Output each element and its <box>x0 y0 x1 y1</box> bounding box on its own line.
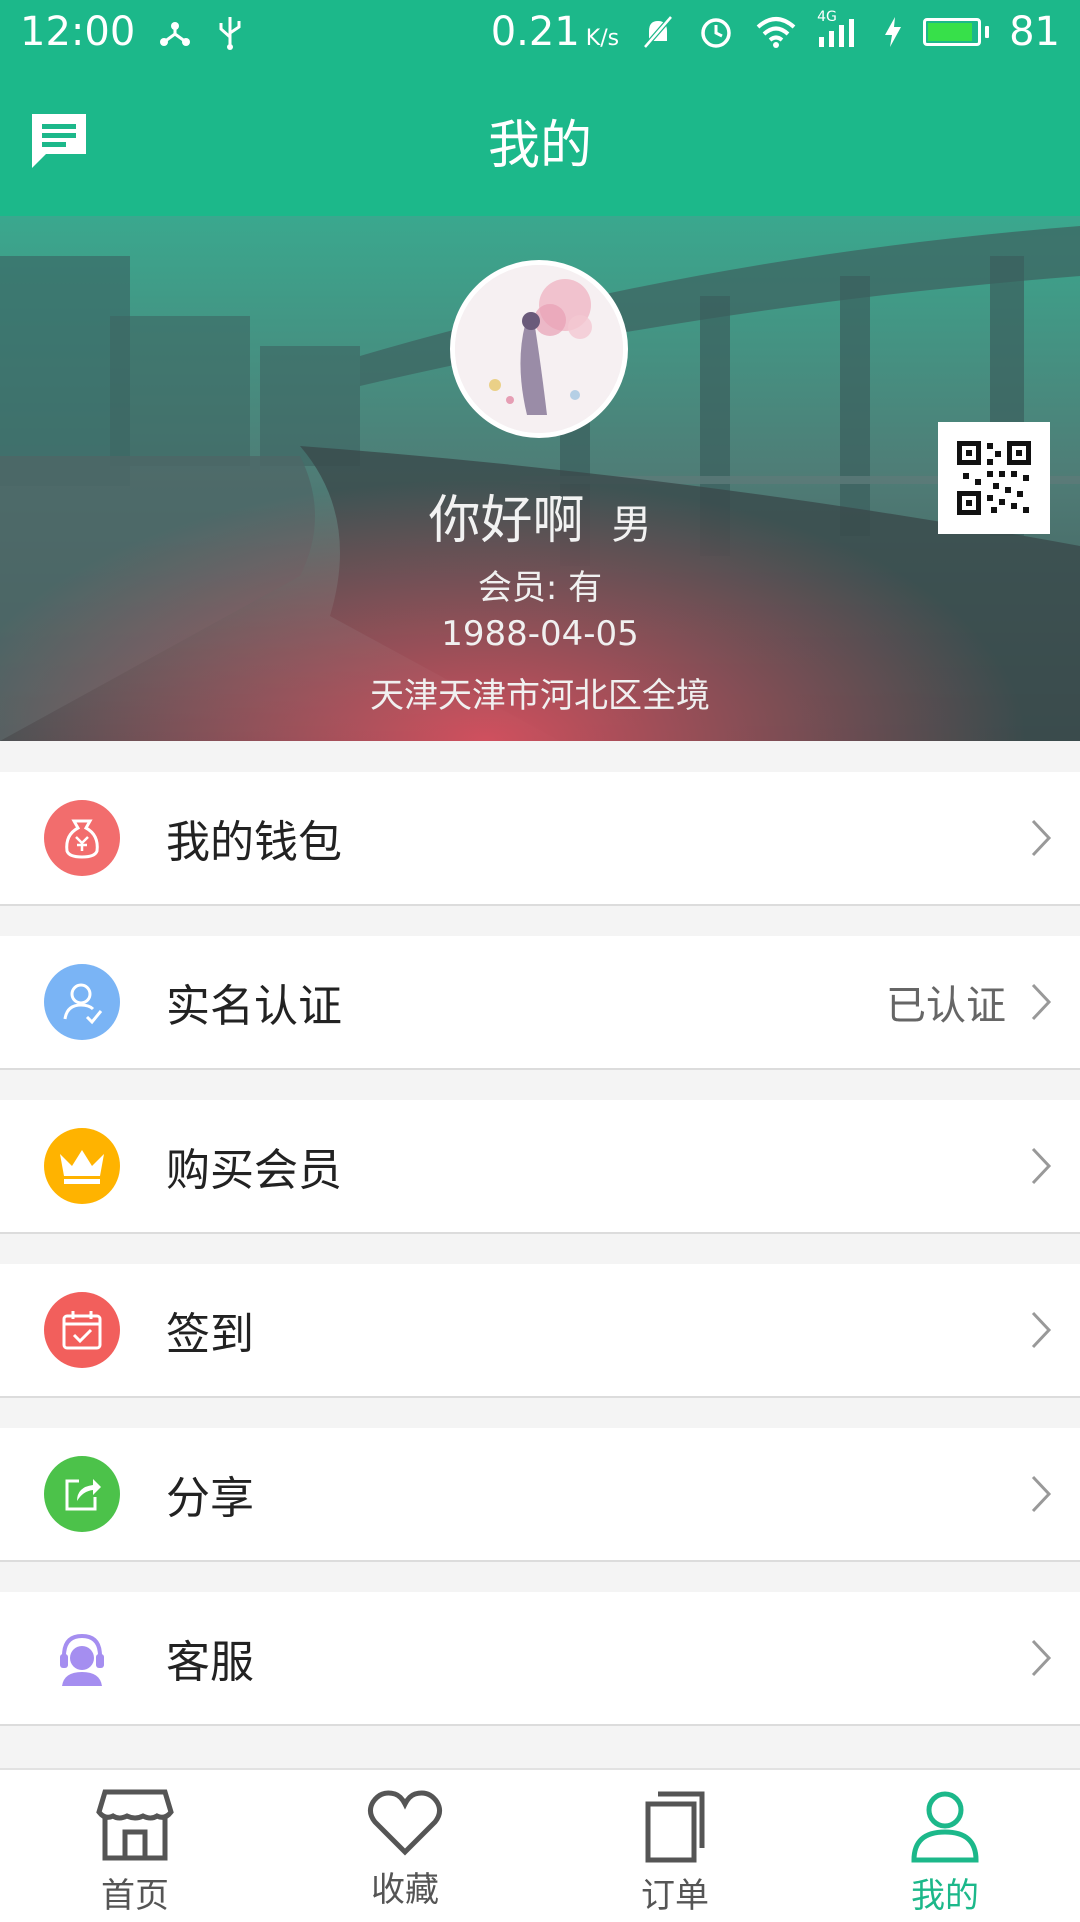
mute-icon <box>639 13 677 51</box>
tab-label: 收藏 <box>371 1870 439 1910</box>
title-bar: 我的 <box>0 64 1080 216</box>
orders-icon <box>645 1791 705 1863</box>
message-button[interactable] <box>26 108 92 174</box>
net-unit: K/s <box>585 26 620 51</box>
avatar[interactable] <box>450 260 628 438</box>
verified-user-icon <box>44 964 120 1040</box>
chevron-right-icon <box>1031 819 1052 857</box>
menu-list: 我的钱包 实名认证 已认证 购买会员 签到 分享 客服 <box>0 772 1080 1756</box>
usb-debug-icon <box>157 14 193 50</box>
heart-icon <box>367 1790 443 1856</box>
user-icon <box>911 1791 979 1863</box>
net-speed: 0.21 <box>490 9 580 55</box>
alarm-icon <box>697 13 735 51</box>
bottom-tab-bar: 首页 收藏 订单 我的 <box>0 1768 1080 1922</box>
menu-label: 购买会员 <box>166 1145 342 1196</box>
tab-home[interactable]: 首页 <box>0 1770 270 1922</box>
menu-item-customer-service[interactable]: 客服 <box>0 1592 1080 1726</box>
charging-icon <box>883 15 903 49</box>
profile-banner: 你好啊 男 会员: 有 1988-04-05 天津天津市河北区全境 <box>0 216 1080 741</box>
birthday: 1988-04-05 <box>441 614 639 654</box>
chevron-right-icon <box>1031 983 1052 1021</box>
signal-icon: 4G <box>817 9 863 49</box>
crown-icon <box>44 1128 120 1204</box>
menu-item-share[interactable]: 分享 <box>0 1428 1080 1562</box>
menu-label: 我的钱包 <box>166 817 342 868</box>
verification-status: 已认证 <box>886 983 1006 1029</box>
chevron-right-icon <box>1031 1639 1052 1677</box>
profile-gender: 男 <box>611 502 652 548</box>
menu-item-check-in[interactable]: 签到 <box>0 1264 1080 1398</box>
wifi-icon <box>755 15 797 49</box>
menu-item-real-name-verification[interactable]: 实名认证 已认证 <box>0 936 1080 1070</box>
profile-name: 你好啊 <box>428 491 585 551</box>
membership-status: 会员: 有 <box>477 568 603 608</box>
chevron-right-icon <box>1031 1147 1052 1185</box>
store-icon <box>96 1789 174 1861</box>
menu-item-wallet[interactable]: 我的钱包 <box>0 772 1080 906</box>
tab-label: 订单 <box>641 1876 709 1916</box>
usb-icon <box>215 13 245 51</box>
message-icon <box>32 114 86 168</box>
battery-level: 81 <box>1009 9 1060 55</box>
battery-icon <box>923 18 990 46</box>
chevron-right-icon <box>1031 1475 1052 1513</box>
menu-label: 签到 <box>166 1309 254 1360</box>
status-time: 12:00 <box>20 9 136 55</box>
tab-favorites[interactable]: 收藏 <box>270 1770 540 1922</box>
menu-label: 分享 <box>166 1473 254 1524</box>
tab-label: 我的 <box>911 1876 979 1916</box>
share-icon <box>44 1456 120 1532</box>
status-bar: 12:00 0.21 K/s 4G 81 <box>0 0 1080 64</box>
chevron-right-icon <box>1031 1311 1052 1349</box>
tab-mine[interactable]: 我的 <box>810 1770 1080 1922</box>
tab-label: 首页 <box>101 1876 169 1916</box>
customer-service-icon <box>44 1620 120 1696</box>
page-title: 我的 <box>487 115 592 176</box>
profile-name-row: 你好啊 男 <box>0 478 1080 553</box>
calendar-check-icon <box>44 1292 120 1368</box>
avatar-image <box>455 265 623 433</box>
location: 天津天津市河北区全境 <box>370 676 710 716</box>
menu-label: 实名认证 <box>166 981 342 1032</box>
menu-label: 客服 <box>166 1637 254 1688</box>
tab-orders[interactable]: 订单 <box>540 1770 810 1922</box>
menu-item-buy-membership[interactable]: 购买会员 <box>0 1100 1080 1234</box>
wallet-icon <box>44 800 120 876</box>
